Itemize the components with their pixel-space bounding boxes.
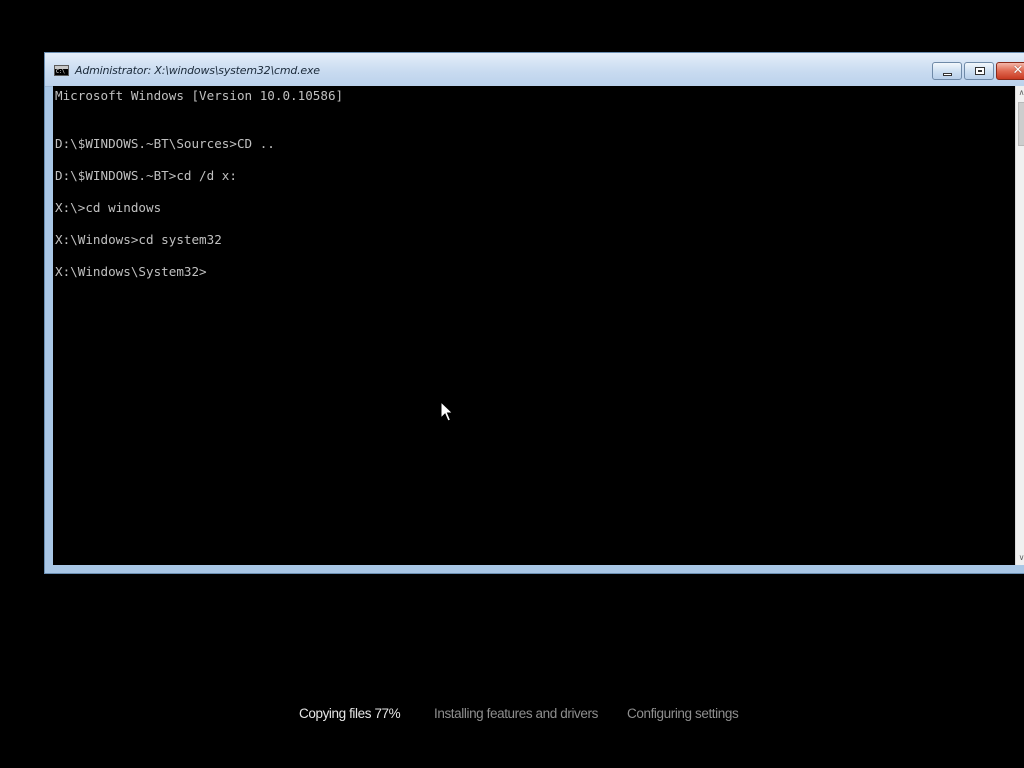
desktop: C:\ Administrator: X:\windows\system32\c… [0, 0, 1024, 768]
console-line: D:\$WINDOWS.~BT>cd /d x: [55, 168, 237, 183]
console-output[interactable]: Microsoft Windows [Version 10.0.10586] D… [53, 86, 1015, 565]
maximize-icon [975, 67, 985, 75]
console-line: D:\$WINDOWS.~BT\Sources>CD .. [55, 136, 275, 151]
title-bar[interactable]: C:\ Administrator: X:\windows\system32\c… [45, 53, 1024, 87]
minimize-button[interactable] [932, 62, 962, 80]
close-icon: ✕ [1012, 63, 1024, 78]
minimize-icon [943, 73, 952, 76]
scroll-thumb[interactable] [1018, 102, 1024, 146]
console-prompt[interactable]: X:\Windows\System32> [55, 264, 207, 280]
scroll-up-icon[interactable]: ∧ [1016, 86, 1024, 100]
setup-step-configuring-settings: Configuring settings [627, 706, 739, 721]
maximize-button[interactable] [964, 62, 994, 80]
console-line: X:\>cd windows [55, 200, 162, 215]
window-title: Administrator: X:\windows\system32\cmd.e… [75, 64, 320, 77]
setup-step-installing-features: Installing features and drivers [434, 706, 598, 721]
vertical-scrollbar[interactable]: ∧ ∨ [1015, 86, 1024, 565]
close-button[interactable]: ✕ [996, 62, 1024, 80]
mouse-pointer-icon [440, 401, 454, 422]
cmd-icon-text: C:\ [56, 69, 66, 75]
console-line: X:\Windows>cd system32 [55, 232, 222, 247]
console-line: Microsoft Windows [Version 10.0.10586] [55, 88, 344, 103]
cmd-window: C:\ Administrator: X:\windows\system32\c… [44, 52, 1024, 574]
cmd-icon: C:\ [54, 65, 69, 76]
setup-step-copying-files: Copying files 77% [299, 706, 401, 721]
scroll-down-icon[interactable]: ∨ [1016, 551, 1024, 565]
